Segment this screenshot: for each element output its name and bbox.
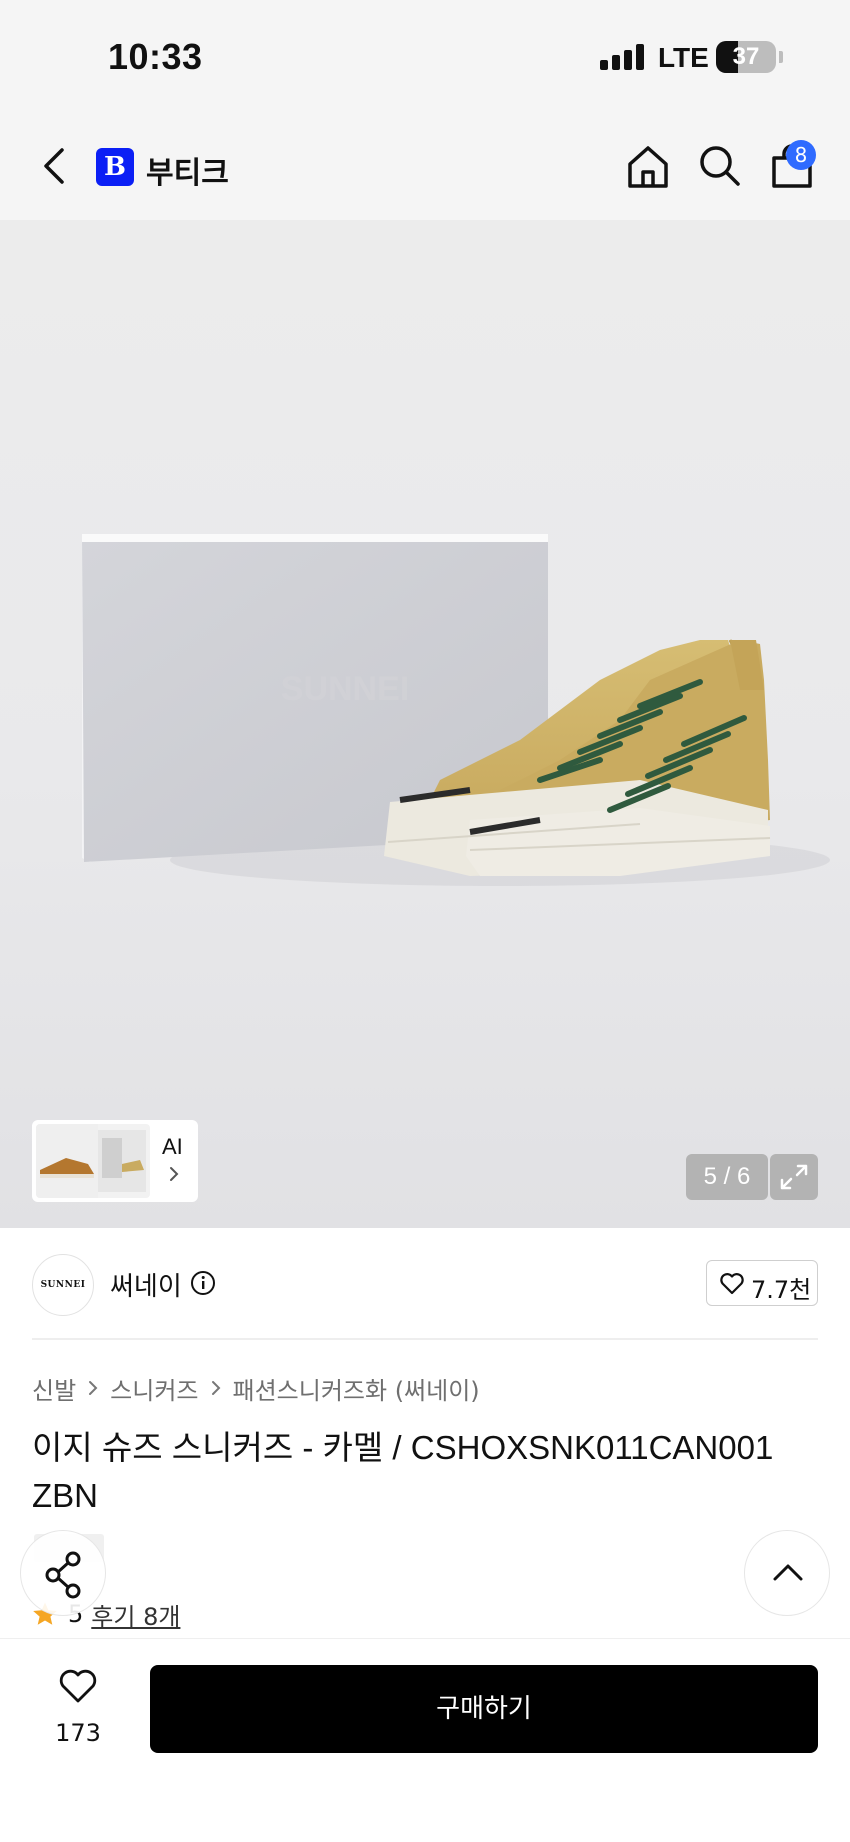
cart-count-badge: 8 bbox=[786, 140, 816, 170]
scroll-top-button[interactable] bbox=[744, 1530, 830, 1616]
expand-button[interactable] bbox=[770, 1154, 818, 1200]
thumbnail-image bbox=[36, 1124, 150, 1198]
share-icon bbox=[45, 1551, 81, 1599]
search-icon bbox=[700, 146, 740, 186]
product-title: 이지 슈즈 스니커즈 - 카멜 / CSHOXSNK011CAN001 ZBN bbox=[32, 1429, 774, 1514]
brand-like-button[interactable]: 7.7천 bbox=[706, 1260, 818, 1306]
box-logo-text: SUNNEI bbox=[281, 670, 409, 708]
brand-avatar-logo: SUNNEI bbox=[40, 1280, 86, 1290]
boutique-logo[interactable]: B bbox=[96, 148, 134, 186]
signal-icon bbox=[600, 44, 644, 70]
heart-icon bbox=[720, 1273, 744, 1295]
top-nav: B 부티크 8 bbox=[0, 112, 850, 220]
brand-row: SUNNEI 써네이 7.7천 bbox=[0, 1228, 850, 1338]
battery-icon: 37 bbox=[716, 41, 776, 73]
page-title[interactable]: 부티크 bbox=[146, 148, 229, 192]
breadcrumb-item[interactable]: 패션스니커즈화 (써네이) bbox=[233, 1371, 480, 1406]
battery-level: 37 bbox=[732, 43, 760, 70]
breadcrumb: 신발 스니커즈 패션스니커즈화 (써네이) bbox=[32, 1371, 480, 1406]
chevron-right-icon bbox=[170, 1167, 179, 1181]
brand-name[interactable]: 써네이 bbox=[110, 1266, 182, 1303]
info-icon[interactable] bbox=[190, 1270, 216, 1296]
product-photo: SUNNEI bbox=[82, 534, 830, 886]
ai-label: AI bbox=[162, 1134, 183, 1159]
brand-avatar[interactable]: SUNNEI bbox=[32, 1254, 94, 1316]
bottom-action-bar: 173 구매하기 bbox=[0, 1638, 850, 1842]
chevron-left-icon bbox=[44, 148, 64, 184]
wishlist-count: 173 bbox=[55, 1719, 101, 1747]
chevron-right-icon bbox=[89, 1381, 98, 1395]
battery-cap bbox=[779, 51, 783, 63]
buy-button[interactable]: 구매하기 bbox=[150, 1665, 818, 1753]
chevron-right-icon bbox=[211, 1381, 220, 1395]
status-bar: 10:33 LTE 37 bbox=[0, 0, 850, 112]
search-button[interactable] bbox=[696, 142, 744, 190]
product-image-carousel[interactable]: SUNNEI AI 5 / 6 bbox=[0, 220, 850, 1228]
status-time: 10:33 bbox=[108, 36, 203, 77]
divider bbox=[32, 1338, 818, 1340]
back-button[interactable] bbox=[36, 142, 76, 190]
chevron-up-icon bbox=[773, 1564, 803, 1581]
breadcrumb-item[interactable]: 스니커즈 bbox=[110, 1371, 198, 1406]
breadcrumb-item[interactable]: 신발 bbox=[32, 1371, 76, 1406]
network-label: LTE bbox=[658, 42, 709, 73]
share-button[interactable] bbox=[20, 1530, 106, 1616]
home-button[interactable] bbox=[624, 142, 672, 190]
wishlist-button[interactable]: 173 bbox=[40, 1663, 116, 1763]
home-icon bbox=[628, 146, 668, 188]
brand-like-count: 7.7천 bbox=[751, 1276, 812, 1304]
heart-icon bbox=[59, 1669, 97, 1703]
ai-thumbnail-card[interactable]: AI bbox=[32, 1120, 198, 1202]
image-counter: 5 / 6 bbox=[686, 1154, 768, 1200]
expand-icon bbox=[780, 1164, 808, 1190]
